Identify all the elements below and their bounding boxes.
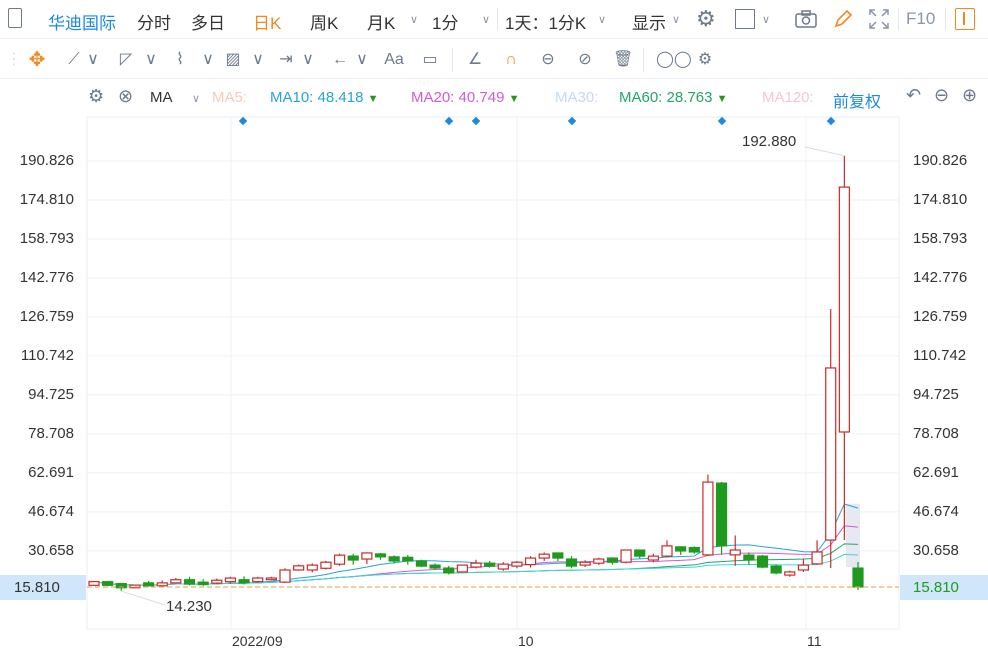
- candle-body: [497, 563, 509, 570]
- candle-body: [279, 569, 291, 583]
- candle-body: [688, 546, 700, 553]
- candle-body: [197, 581, 209, 586]
- candle-body: [456, 564, 468, 573]
- candle-body: [825, 367, 837, 541]
- candle-body: [634, 549, 646, 557]
- ma-line: [93, 503, 859, 586]
- candle-body: [661, 545, 673, 557]
- candle-body: [388, 556, 400, 562]
- candle-body: [811, 551, 823, 565]
- candle-body: [565, 558, 578, 567]
- event-marker-icon: [238, 116, 248, 126]
- candle-body: [347, 555, 359, 561]
- candle-body: [715, 482, 728, 547]
- candle-body: [333, 554, 346, 565]
- candle-body: [524, 557, 537, 566]
- candle-body: [88, 581, 100, 586]
- candlestick-chart[interactable]: 192.880 14.230: [0, 0, 988, 657]
- candle-body: [374, 553, 387, 558]
- candle-body: [265, 577, 277, 581]
- candle-body: [252, 577, 264, 583]
- min-leader: [120, 590, 166, 606]
- candle-body: [770, 565, 782, 574]
- candle-body: [511, 561, 523, 567]
- event-marker-icon: [717, 116, 727, 126]
- candle-body: [402, 556, 414, 562]
- candle-body: [675, 546, 687, 552]
- hover-band: [846, 503, 860, 568]
- candle-body: [102, 581, 114, 586]
- candle-body: [620, 549, 632, 563]
- candle-body: [361, 552, 373, 560]
- candle-body: [306, 564, 318, 571]
- candle-body: [224, 577, 237, 583]
- candle-body: [729, 549, 741, 556]
- candle-body: [784, 571, 796, 576]
- candle-body: [538, 553, 550, 559]
- candle-body: [852, 567, 864, 588]
- candle-body: [183, 579, 196, 585]
- max-price-label: 192.880: [742, 133, 796, 150]
- candle-body: [593, 558, 605, 564]
- candle-body: [170, 579, 182, 584]
- event-marker-icon: [826, 116, 836, 126]
- candle-body: [484, 562, 496, 567]
- event-marker-icon: [444, 116, 454, 126]
- candle-body: [552, 552, 564, 559]
- candle-body: [838, 186, 850, 433]
- event-marker-icon: [567, 116, 577, 126]
- max-leader: [804, 146, 847, 157]
- candle-body: [606, 557, 619, 563]
- candle-body: [579, 561, 591, 566]
- candle-body: [647, 555, 659, 561]
- candle-body: [429, 564, 441, 569]
- candle-body: [702, 481, 714, 556]
- candle-body: [211, 579, 223, 584]
- candle-body: [470, 562, 482, 568]
- candle-body: [320, 561, 332, 569]
- candle-body: [797, 564, 810, 571]
- candle-body: [415, 560, 428, 567]
- candle-body: [142, 582, 155, 587]
- min-price-label: 14.230: [166, 598, 212, 615]
- candle-body: [443, 567, 455, 574]
- candle-body: [756, 555, 769, 568]
- candle-body: [156, 582, 168, 587]
- plot-frame: [86, 116, 900, 630]
- candle-body: [238, 579, 250, 584]
- candle-body: [293, 565, 305, 571]
- event-marker-icon: [471, 116, 481, 126]
- candle-body: [743, 554, 755, 561]
